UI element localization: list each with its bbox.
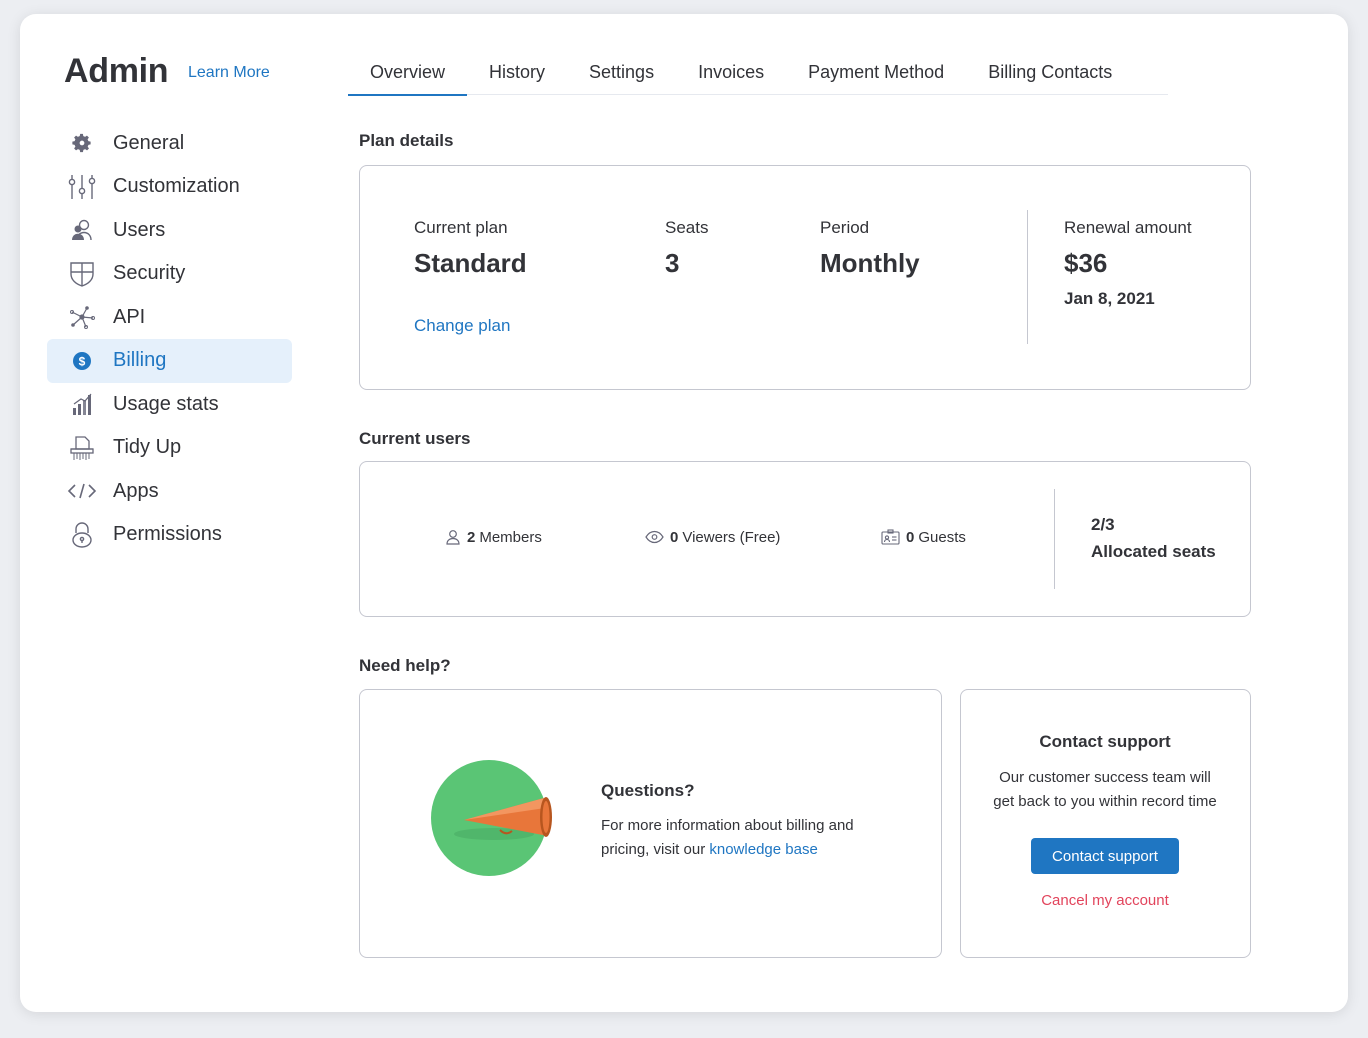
sliders-icon xyxy=(67,172,97,202)
sidebar-item-label: General xyxy=(113,131,185,154)
sidebar-item-apps[interactable]: Apps xyxy=(47,469,292,513)
current-plan-label: Current plan xyxy=(414,218,508,237)
users-icon xyxy=(67,215,97,245)
sidebar-item-api[interactable]: API xyxy=(47,295,292,339)
questions-text: For more information about billing and p… xyxy=(601,814,891,862)
renewal-amount-label: Renewal amount xyxy=(1064,218,1192,237)
code-icon xyxy=(67,476,97,506)
members-stat: 2 Members xyxy=(445,526,542,548)
sidebar-item-label: Billing xyxy=(113,349,167,371)
sidebar-item-users[interactable]: Users xyxy=(47,208,292,252)
contact-support-title: Contact support xyxy=(1039,732,1171,751)
allocated-seats-label: Allocated seats xyxy=(1091,542,1216,561)
guests-count: 0 xyxy=(906,528,915,546)
sidebar-item-label: Customization xyxy=(113,175,240,197)
tab-settings[interactable]: Settings xyxy=(567,52,676,95)
seats-value: 3 xyxy=(665,248,680,278)
shredder-icon xyxy=(67,433,97,463)
sidebar-item-label: Security xyxy=(113,262,186,284)
contact-support-text: Our customer success team will get back … xyxy=(960,766,1250,814)
sidebar-item-label: API xyxy=(113,305,146,328)
admin-title: Admin xyxy=(64,52,169,90)
billing-tabs: Overview History Settings Invoices Payme… xyxy=(348,52,1168,96)
shield-icon xyxy=(67,259,97,289)
contact-support-text-line-1: Our customer success team will xyxy=(999,769,1211,786)
seats-label: Seats xyxy=(665,218,709,237)
period-value: Monthly xyxy=(820,248,920,278)
sidebar-item-usage-stats[interactable]: Usage stats xyxy=(47,382,292,426)
current-users-heading: Current users xyxy=(359,429,471,448)
tab-invoices[interactable]: Invoices xyxy=(676,52,786,95)
change-plan-link[interactable]: Change plan xyxy=(414,316,510,336)
cancel-account-link[interactable]: Cancel my account xyxy=(960,892,1250,909)
tab-overview[interactable]: Overview xyxy=(348,52,468,96)
sidebar-item-billing[interactable]: $ Billing xyxy=(47,338,292,383)
tab-billing-contacts[interactable]: Billing Contacts xyxy=(966,52,1134,95)
viewers-count: 0 xyxy=(670,528,679,546)
learn-more-link[interactable]: Learn More xyxy=(188,64,270,82)
plan-details-heading: Plan details xyxy=(359,131,454,150)
need-help-heading: Need help? xyxy=(359,656,451,675)
guests-label: Guests xyxy=(918,528,966,546)
viewers-stat: 0 Viewers (Free) xyxy=(645,526,780,548)
sidebar-item-label: Permissions xyxy=(113,523,222,545)
contact-support-text-line-2: get back to you within record time xyxy=(993,793,1217,810)
megaphone-icon xyxy=(431,760,552,876)
period-label: Period xyxy=(820,218,870,237)
guests-stat: 0 Guests xyxy=(881,526,966,548)
tab-payment-method[interactable]: Payment Method xyxy=(786,52,966,95)
viewers-label: Viewers (Free) xyxy=(682,528,781,546)
members-count: 2 xyxy=(467,528,476,546)
members-label: Members xyxy=(479,528,542,546)
usage-stats-icon xyxy=(67,389,97,419)
sidebar-item-label: Tidy Up xyxy=(113,436,182,458)
contact-support-button[interactable]: Contact support xyxy=(1031,838,1179,874)
sidebar-item-permissions[interactable]: Permissions xyxy=(47,513,292,557)
sidebar-item-tidy-up[interactable]: Tidy Up xyxy=(47,426,292,470)
knowledge-base-link[interactable]: knowledge base xyxy=(709,841,817,858)
renewal-date: Jan 8, 2021 xyxy=(1064,289,1155,308)
current-plan-value: Standard xyxy=(414,248,527,278)
guest-badge-icon xyxy=(881,529,900,545)
svg-text:$: $ xyxy=(79,354,86,368)
sidebar-item-label: Usage stats xyxy=(113,392,219,415)
plan-divider xyxy=(1027,210,1028,344)
sidebar-item-label: Apps xyxy=(113,479,159,502)
eye-icon xyxy=(645,530,664,544)
api-icon xyxy=(67,302,97,332)
sidebar-nav: General Customization Users Security API… xyxy=(47,121,292,556)
person-icon xyxy=(446,530,460,545)
sidebar-item-customization[interactable]: Customization xyxy=(47,165,292,209)
contact-support-panel xyxy=(960,689,1251,958)
sidebar-item-label: Users xyxy=(113,218,166,241)
questions-title: Questions? xyxy=(601,781,695,800)
sidebar-item-security[interactable]: Security xyxy=(47,252,292,296)
renewal-amount-value: $36 xyxy=(1064,248,1108,278)
sidebar-item-general[interactable]: General xyxy=(47,121,292,165)
lock-icon xyxy=(67,520,97,550)
gear-icon xyxy=(67,128,97,158)
users-divider xyxy=(1054,489,1055,589)
allocated-seats-ratio: 2/3 xyxy=(1091,515,1115,534)
tab-history[interactable]: History xyxy=(467,52,567,95)
dollar-icon: $ xyxy=(67,346,97,376)
